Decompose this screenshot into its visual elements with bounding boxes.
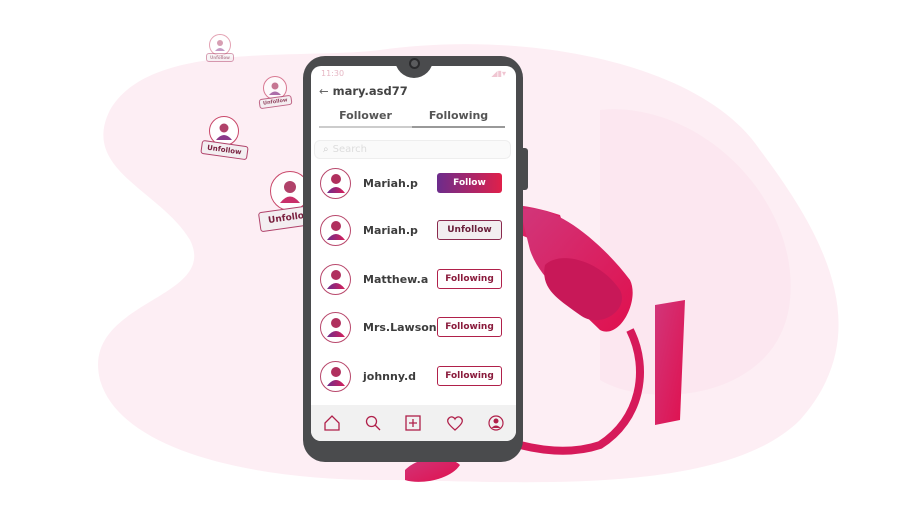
following-button[interactable]: Following <box>437 366 502 386</box>
search-input[interactable]: ⌕ Search <box>314 140 511 159</box>
username-title: mary.asd77 <box>332 84 408 98</box>
unfollow-label: Unfollow <box>206 53 234 62</box>
following-button[interactable]: Following <box>437 317 502 337</box>
list-item: Matthew.a Following <box>320 263 502 295</box>
username: Mrs.Lawson <box>363 320 437 334</box>
user-avatar-icon[interactable] <box>320 167 351 199</box>
username: Mariah.p <box>363 223 418 237</box>
follow-button[interactable]: Follow <box>437 173 502 193</box>
search-icon: ⌕ <box>323 144 329 155</box>
camera-icon <box>408 58 420 69</box>
heart-icon[interactable] <box>446 415 464 431</box>
status-time: 11:30 <box>321 69 345 78</box>
home-icon[interactable] <box>323 414 341 432</box>
user-avatar-icon[interactable] <box>320 214 351 246</box>
add-icon[interactable] <box>405 415 422 431</box>
search-placeholder: Search <box>332 144 367 155</box>
bottom-nav <box>311 405 516 441</box>
unfollow-button[interactable]: Unfollow <box>437 220 502 240</box>
tab-follower[interactable]: Follower <box>319 109 412 126</box>
phone-screen: 11:30 ◢▮▾ ← mary.asd77 Follower Followin… <box>311 66 516 441</box>
username: Mariah.p <box>363 176 418 190</box>
arrow-left-icon[interactable]: ← <box>319 84 329 98</box>
floating-unfollow-card: Unfollow <box>200 116 249 161</box>
floating-unfollow-card: Unfollow <box>206 34 234 62</box>
following-button[interactable]: Following <box>437 269 502 289</box>
tab-bar: Follower Following <box>319 109 505 128</box>
phone: 11:30 ◢▮▾ ← mary.asd77 Follower Followin… <box>303 56 523 462</box>
list-item: Mariah.p Follow <box>320 167 502 199</box>
header: ← mary.asd77 <box>319 84 408 98</box>
profile-icon[interactable] <box>488 415 504 431</box>
username: Matthew.a <box>363 272 429 286</box>
list-item: johnny.d Following <box>320 360 502 392</box>
background-blob-inner <box>600 109 791 395</box>
user-avatar-icon[interactable] <box>320 311 351 343</box>
list-item: Mariah.p Unfollow <box>320 214 502 246</box>
tab-following[interactable]: Following <box>412 109 505 128</box>
status-icons: ◢▮▾ <box>491 69 506 78</box>
list-item: Mrs.Lawson Following <box>320 311 502 343</box>
floating-unfollow-card: Unfollow <box>258 76 293 110</box>
user-avatar-icon[interactable] <box>320 263 351 295</box>
search-icon[interactable] <box>365 415 381 431</box>
user-avatar-icon[interactable] <box>320 360 351 392</box>
username: johnny.d <box>363 369 417 383</box>
